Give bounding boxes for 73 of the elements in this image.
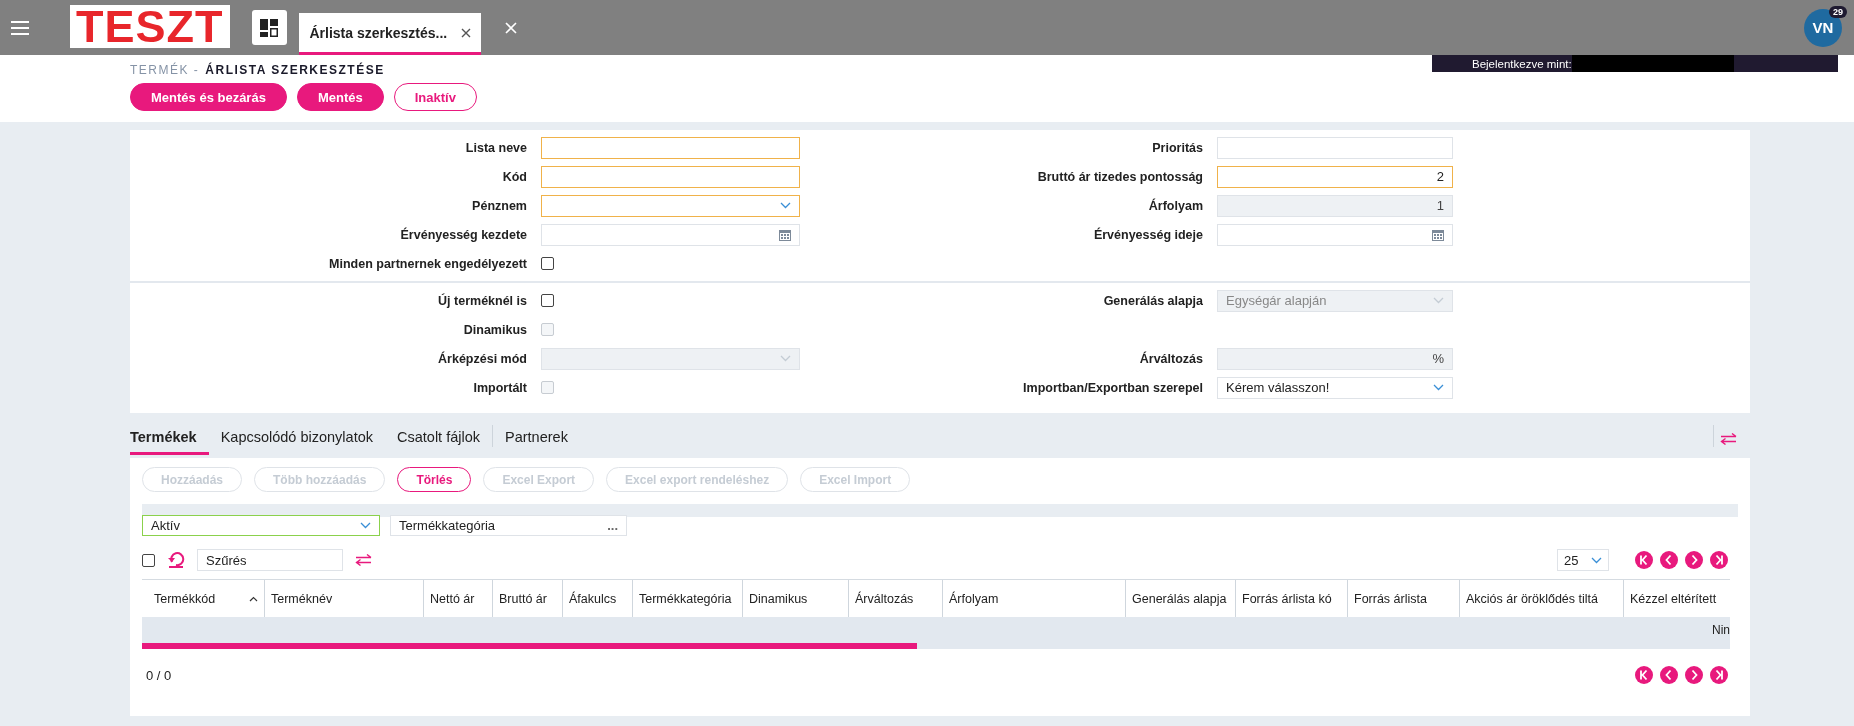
field-label: Pénznem [471, 198, 528, 213]
empty-message: Nin [1712, 623, 1730, 637]
field-label: Érvényesség kezdete [399, 227, 528, 242]
scrollbar-thumb[interactable] [142, 643, 917, 649]
browse-button[interactable]: ... [607, 518, 618, 533]
field-label: Érvényesség ideje [1092, 227, 1204, 242]
field-label: Generálás alapja [1102, 293, 1204, 308]
action-button[interactable]: Mentés [296, 83, 384, 111]
toolbar-button[interactable]: Törlés [397, 467, 472, 492]
record-count: 0 / 0 [146, 667, 172, 683]
prev-page-icon[interactable] [1660, 551, 1678, 569]
date-field[interactable] [1217, 223, 1453, 246]
search-field[interactable]: Szűrés [197, 549, 343, 571]
chevron-down-icon [780, 355, 791, 362]
window-tab[interactable]: Árlista szerkesztés... [298, 13, 482, 55]
input-field[interactable] [541, 136, 800, 159]
field-label: Prioritás [1151, 140, 1204, 155]
dashboard-button[interactable] [251, 10, 287, 45]
action-button[interactable]: Inaktív [393, 83, 477, 111]
swap-icon[interactable] [355, 554, 373, 566]
field-label: Importált [472, 380, 528, 395]
last-page-icon[interactable] [1710, 551, 1728, 569]
calendar-icon[interactable] [1432, 228, 1444, 241]
input-field[interactable] [541, 165, 800, 188]
sort-up-icon [249, 595, 258, 602]
chevron-down-icon [1433, 384, 1444, 391]
tab-label: Árlista szerkesztés... [309, 24, 448, 41]
prev-page-icon[interactable] [1660, 666, 1678, 684]
reset-icon[interactable] [167, 552, 185, 568]
close-icon[interactable] [461, 27, 472, 38]
chevron-down-icon [1433, 297, 1444, 304]
field-label: Árképzési mód [437, 351, 528, 366]
checkbox[interactable] [541, 257, 554, 270]
notification-badge: 29 [1829, 6, 1847, 18]
date-field[interactable] [541, 223, 800, 246]
first-page-icon[interactable] [1635, 666, 1653, 684]
field-label: Kód [501, 169, 528, 184]
field-label: Árfolyam [1147, 198, 1204, 213]
category-field[interactable]: Termékkategória ... [390, 515, 627, 536]
select-all-checkbox[interactable] [142, 553, 155, 567]
field-label: Minden partnernek engedélyezett [328, 256, 528, 271]
tab[interactable]: Csatolt fájlok [385, 429, 492, 455]
chevron-down-icon [360, 522, 371, 529]
input-field[interactable] [1217, 136, 1453, 159]
page-title: ÁRLISTA SZERKESZTÉSE [205, 63, 385, 77]
field-label: Lista neve [464, 140, 528, 155]
swap-icon[interactable] [1720, 433, 1738, 445]
input-field[interactable]: 2 [1217, 165, 1453, 188]
logo: TESZT [70, 5, 230, 48]
dropdown[interactable]: Kérem válasszon! [1217, 376, 1453, 399]
tab[interactable]: Termékek [130, 429, 209, 455]
tab[interactable]: Partnerek [493, 429, 580, 455]
column-header[interactable]: Kézzel eltérített [1624, 580, 1730, 617]
calendar-icon[interactable] [779, 228, 791, 241]
menu-icon[interactable] [11, 20, 29, 35]
first-page-icon[interactable] [1635, 551, 1653, 569]
logged-in-label: Bejelentkezve mint: [1472, 57, 1572, 70]
field-label: Bruttó ár tizedes pontosság [1036, 169, 1204, 184]
field-label: Dinamikus [462, 322, 528, 337]
next-page-icon[interactable] [1685, 551, 1703, 569]
last-page-icon[interactable] [1710, 666, 1728, 684]
field-label: Importban/Exportban szerepel [1022, 380, 1204, 395]
chevron-down-icon [1591, 556, 1602, 564]
field-label: Új terméknél is [437, 293, 528, 308]
dashboard-icon [260, 18, 278, 37]
next-page-icon[interactable] [1685, 666, 1703, 684]
tab[interactable]: Kapcsolódó bizonylatok [208, 429, 385, 455]
field-label: Árváltozás [1138, 351, 1204, 366]
chevron-down-icon [780, 202, 791, 209]
action-button[interactable]: Mentés és bezárás [130, 83, 287, 111]
status-dropdown[interactable]: Aktív [142, 515, 380, 536]
checkbox[interactable] [541, 294, 554, 307]
page-size-dropdown[interactable]: 25 [1557, 549, 1609, 571]
